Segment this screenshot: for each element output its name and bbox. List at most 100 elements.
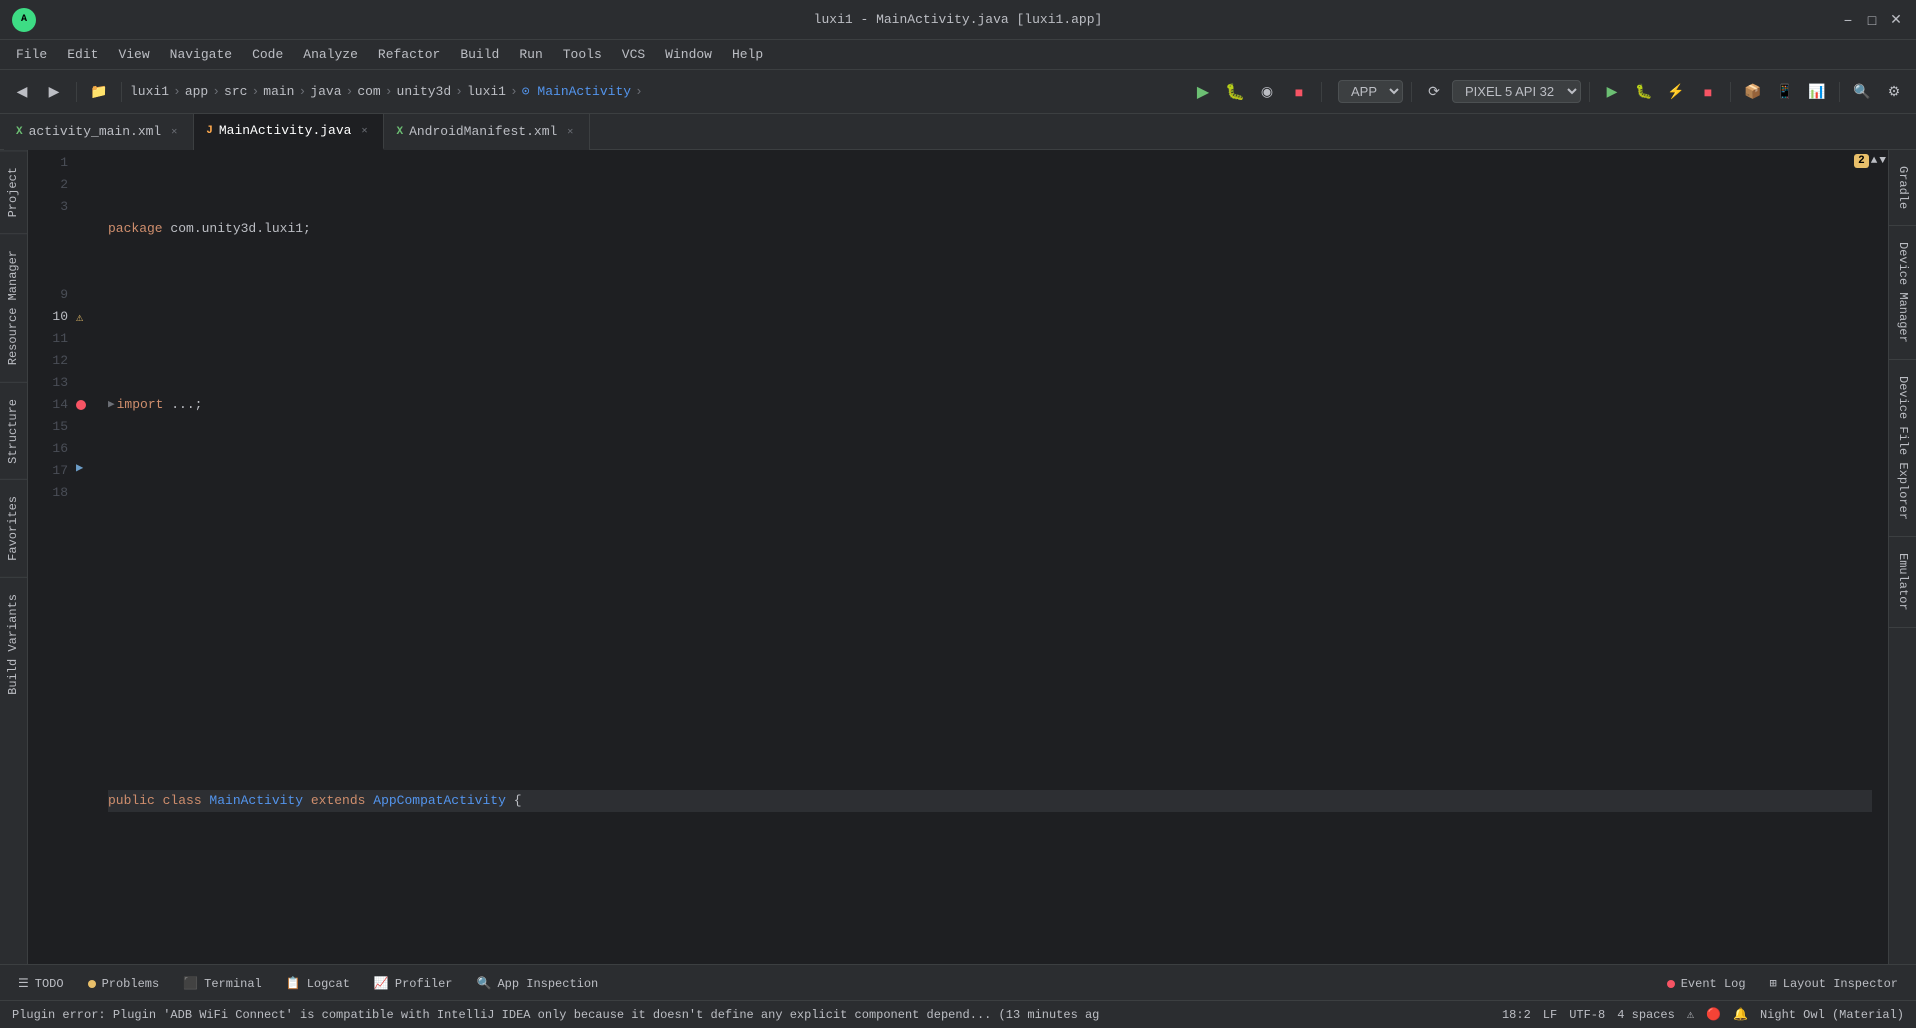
code-area[interactable]: 1 2 3 9 10 11 12 13 14 15 16 17 18 [28, 150, 1888, 964]
gutter-11 [76, 328, 100, 350]
breadcrumb-com[interactable]: com [357, 84, 380, 99]
bottom-tab-todo[interactable]: ☰ TODO [8, 965, 74, 1001]
gutter-9 [76, 284, 100, 306]
run-button[interactable]: ▶ [1189, 78, 1217, 106]
menu-navigate[interactable]: Navigate [162, 45, 240, 64]
tab-close-manifest[interactable]: ✕ [563, 125, 577, 139]
warning-down-arrow[interactable]: ▼ [1879, 155, 1886, 167]
open-folder-button[interactable]: 📁 [85, 78, 113, 106]
search-everywhere-button[interactable]: 🔍 [1848, 78, 1876, 106]
menu-refactor[interactable]: Refactor [370, 45, 448, 64]
line-num-6 [32, 262, 68, 284]
sidebar-item-emulator[interactable]: Emulator [1889, 537, 1916, 628]
sidebar-item-device-file-explorer[interactable]: Device File Explorer [1889, 360, 1916, 537]
sync-button[interactable]: ⟳ [1420, 78, 1448, 106]
sidebar-item-gradle[interactable]: Gradle [1889, 150, 1916, 226]
warning-up-arrow[interactable]: ▲ [1871, 155, 1878, 167]
close-button[interactable]: ✕ [1888, 12, 1904, 28]
sidebar-right: Gradle Device Manager Device File Explor… [1888, 150, 1916, 964]
menu-help[interactable]: Help [724, 45, 771, 64]
breadcrumb-unity3d[interactable]: unity3d [397, 84, 452, 99]
sidebar-item-favorites[interactable]: Favorites [0, 479, 27, 577]
debug-button[interactable]: 🐛 [1221, 78, 1249, 106]
line-num-18: 18 [32, 482, 68, 504]
breadcrumb-java[interactable]: java [310, 84, 341, 99]
tab-close-java[interactable]: ✕ [357, 124, 371, 138]
tab-mainactivity-java[interactable]: J MainActivity.java ✕ [194, 114, 384, 150]
sidebar-left: Project Resource Manager Structure Favor… [0, 150, 28, 964]
breadcrumb-main[interactable]: main [263, 84, 294, 99]
bottom-tab-app-inspection[interactable]: 🔍 App Inspection [466, 965, 608, 1001]
toolbar-divider-2 [121, 82, 122, 102]
scrollbar-area[interactable]: 2 ▲ ▼ [1872, 150, 1888, 964]
title-bar-left: A [12, 8, 36, 32]
stop-app-button[interactable]: ■ [1694, 78, 1722, 106]
breadcrumb-luxi1-pkg[interactable]: luxi1 [467, 84, 506, 99]
menu-vcs[interactable]: VCS [614, 45, 653, 64]
menu-file[interactable]: File [8, 45, 55, 64]
bottom-tab-profiler[interactable]: 📈 Profiler [364, 965, 463, 1001]
menu-run[interactable]: Run [511, 45, 550, 64]
status-position[interactable]: 18:2 [1502, 1008, 1531, 1022]
settings-button[interactable]: ⚙ [1880, 78, 1908, 106]
bottom-tab-layout-inspector[interactable]: ⊞ Layout Inspector [1760, 965, 1908, 1001]
sidebar-item-structure[interactable]: Structure [0, 382, 27, 480]
status-theme[interactable]: Night Owl (Material) [1760, 1008, 1904, 1022]
stop-button[interactable]: ■ [1285, 78, 1313, 106]
tab-androidmanifest-xml[interactable]: X AndroidManifest.xml ✕ [384, 114, 590, 150]
gutter-12 [76, 350, 100, 372]
breadcrumb-src[interactable]: src [224, 84, 247, 99]
warning-count-badge: 2 [1854, 154, 1869, 168]
line-num-5 [32, 240, 68, 262]
avd-manager-button[interactable]: 📱 [1771, 78, 1799, 106]
code-content[interactable]: package com.unity3d.luxi1; ▶ import ...; [100, 150, 1872, 964]
menu-view[interactable]: View [110, 45, 157, 64]
run-app-button[interactable]: ▶ [1598, 78, 1626, 106]
breakpoint-icon[interactable] [76, 400, 86, 410]
menu-analyze[interactable]: Analyze [295, 45, 366, 64]
breadcrumb-luxi1[interactable]: luxi1 [130, 84, 169, 99]
menu-tools[interactable]: Tools [555, 45, 610, 64]
breadcrumb: luxi1 › app › src › main › java › com › … [130, 84, 643, 99]
breadcrumb-mainactivity[interactable]: ⊙ MainActivity [522, 84, 631, 99]
bottom-tab-event-log[interactable]: Event Log [1657, 965, 1756, 1001]
sidebar-item-resource-manager[interactable]: Resource Manager [0, 233, 27, 381]
gutter-6 [76, 262, 100, 284]
menu-code[interactable]: Code [244, 45, 291, 64]
device-select[interactable]: PIXEL 5 API 32 [1452, 80, 1581, 103]
sidebar-item-build-variants[interactable]: Build Variants [0, 577, 27, 711]
sidebar-item-device-manager[interactable]: Device Manager [1889, 226, 1916, 360]
breadcrumb-sep-8: › [510, 84, 518, 99]
forward-button[interactable]: ▶ [40, 78, 68, 106]
sdk-manager-button[interactable]: 📦 [1739, 78, 1767, 106]
debug-app-button[interactable]: 🐛 [1630, 78, 1658, 106]
menu-edit[interactable]: Edit [59, 45, 106, 64]
maximize-button[interactable]: □ [1864, 12, 1880, 28]
line-num-9: 9 [32, 284, 68, 306]
attach-debugger-button[interactable]: ⚡ [1662, 78, 1690, 106]
bottom-tab-problems[interactable]: Problems [78, 965, 170, 1001]
gutter-17: ▶ [76, 460, 100, 482]
fold-arrow-3[interactable]: ▶ [108, 394, 115, 416]
bottom-tab-logcat[interactable]: 📋 Logcat [276, 965, 360, 1001]
status-line-ending[interactable]: LF [1543, 1008, 1557, 1022]
menu-window[interactable]: Window [657, 45, 720, 64]
status-encoding[interactable]: UTF-8 [1569, 1008, 1605, 1022]
gutter-1 [76, 152, 100, 174]
status-indentation[interactable]: 4 spaces [1617, 1008, 1675, 1022]
minimize-button[interactable]: − [1840, 12, 1856, 28]
tab-close-xml[interactable]: ✕ [167, 125, 181, 139]
problems-dot-icon [88, 980, 96, 988]
profiler-button[interactable]: 📊 [1803, 78, 1831, 106]
run-config-select[interactable]: APP [1338, 80, 1403, 103]
bottom-tab-terminal[interactable]: ⬛ Terminal [173, 965, 272, 1001]
back-button[interactable]: ◀ [8, 78, 36, 106]
sidebar-item-project[interactable]: Project [0, 150, 27, 233]
profiler-icon: 📈 [374, 976, 389, 991]
menu-build[interactable]: Build [452, 45, 507, 64]
xml-file-icon: X [16, 126, 23, 138]
breadcrumb-sep-2: › [212, 84, 220, 99]
tab-activity-main-xml[interactable]: X activity_main.xml ✕ [4, 114, 194, 150]
breadcrumb-app[interactable]: app [185, 84, 208, 99]
run-with-coverage-button[interactable]: ◉ [1253, 78, 1281, 106]
